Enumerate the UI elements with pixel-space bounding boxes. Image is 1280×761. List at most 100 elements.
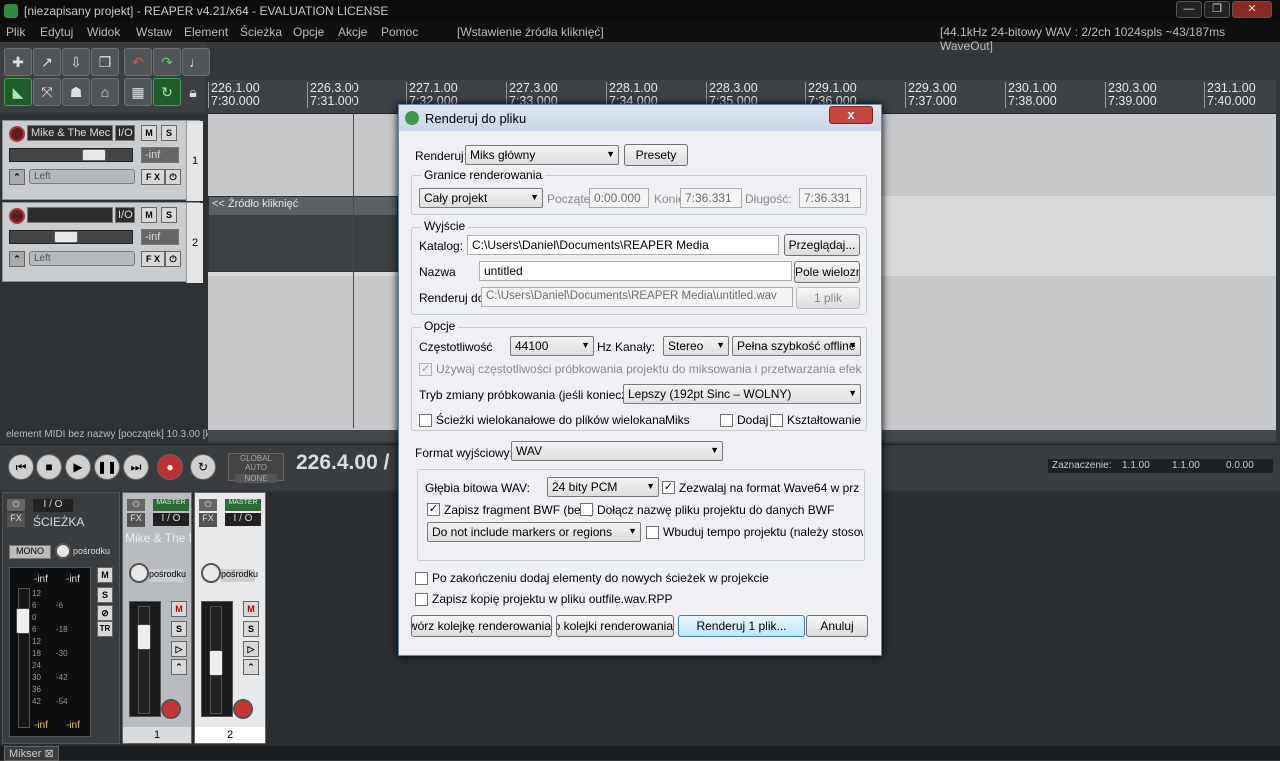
menu-sciezka[interactable]: Ścieżka	[240, 25, 282, 39]
mute-button[interactable]: M	[141, 207, 157, 223]
bit-depth-select[interactable]: 24 bity PCM	[547, 477, 659, 497]
power-icon[interactable]: ⏻	[199, 499, 217, 511]
add-items-checkbox[interactable]	[415, 572, 428, 585]
mute-button[interactable]: M	[97, 567, 113, 583]
channel-fader[interactable]	[209, 650, 223, 676]
solo-button[interactable]: S	[161, 125, 177, 141]
io-button[interactable]: I/O	[115, 125, 135, 141]
format-select[interactable]: WAV	[511, 441, 723, 461]
pan-knob[interactable]	[129, 563, 149, 583]
menu-element[interactable]: Element	[184, 25, 228, 39]
stop-icon[interactable]: ■	[36, 454, 62, 480]
solo-button[interactable]: S	[161, 207, 177, 223]
fx-bypass-icon[interactable]: ⏻	[165, 169, 181, 185]
menu-plik[interactable]: Plik	[6, 25, 25, 39]
grid-icon[interactable]: ▦	[124, 78, 152, 106]
automation-icon[interactable]: ⌃	[243, 659, 259, 675]
mute-button[interactable]: M	[171, 601, 187, 617]
global-auto-button[interactable]: GLOBAL AUTO NONE	[228, 453, 284, 483]
record-arm-button[interactable]	[9, 208, 25, 224]
dialog-close-button[interactable]: x	[829, 106, 873, 124]
sample-rate-select[interactable]: 44100	[510, 336, 594, 356]
embed-tempo-checkbox[interactable]	[646, 526, 659, 539]
automation-icon[interactable]: ⌃	[171, 659, 187, 675]
maximize-button[interactable]: ❐	[1204, 1, 1230, 18]
resample-select[interactable]: Lepszy (192pt Sinc – WOLNY)	[623, 384, 861, 404]
browse-button[interactable]: Przeglądaj...	[784, 234, 860, 256]
wildcards-button[interactable]: Pole wieloznac	[794, 261, 860, 283]
volume-slider[interactable]	[9, 148, 133, 162]
record-arm-button[interactable]	[9, 126, 25, 142]
bounds-select[interactable]: Cały projekt	[419, 188, 543, 208]
new-project-icon[interactable]: ✚	[4, 48, 32, 76]
tab-mixer[interactable]: Mikser ⊠	[4, 746, 59, 761]
master-send-button[interactable]: MASTER	[225, 499, 261, 511]
envelope-icon[interactable]: ⌃	[9, 169, 25, 185]
track-2-header[interactable]: I/O M S -inf ⌃ Left F X ⏻ 2	[2, 202, 203, 283]
io-button[interactable]: I/O	[115, 207, 135, 223]
go-to-end-icon[interactable]: ⏭	[123, 454, 149, 480]
phase-icon[interactable]: ▷	[243, 641, 259, 657]
file-count-button[interactable]: 1 plik	[796, 287, 860, 309]
length-field[interactable]: 7:36.331	[799, 188, 861, 208]
mute-button[interactable]: M	[141, 125, 157, 141]
fx-button[interactable]: FX	[127, 513, 145, 527]
master-fader[interactable]	[16, 608, 30, 634]
solo-button[interactable]: S	[243, 621, 259, 637]
directory-field[interactable]: C:\Users\Daniel\Documents\REAPER Media	[467, 235, 779, 255]
render-speed-select[interactable]: Pełna szybkość offline	[732, 336, 861, 356]
io-button[interactable]: I / O	[225, 513, 261, 526]
save-project-icon[interactable]: ⇩	[62, 48, 90, 76]
open-project-icon[interactable]: ↗	[33, 48, 61, 76]
tr-button[interactable]: TR	[97, 621, 113, 637]
lock-icon[interactable]: 🔒︎	[182, 78, 204, 106]
go-to-start-icon[interactable]: ⏮	[8, 454, 34, 480]
menu-edytuj[interactable]: Edytuj	[40, 25, 73, 39]
volume-slider[interactable]	[9, 230, 133, 244]
loop-icon[interactable]: ↻	[153, 78, 181, 106]
auto-crossfade-icon[interactable]: ◣	[4, 78, 32, 106]
solo-button[interactable]: S	[97, 587, 113, 603]
media-item[interactable]: << Źródło kliknięć	[208, 196, 398, 272]
phase-icon[interactable]: ⊘	[97, 605, 113, 621]
start-field[interactable]: 0:00.000	[589, 188, 649, 208]
render-source-select[interactable]: Miks główny	[465, 145, 619, 165]
phase-icon[interactable]: ▷	[171, 641, 187, 657]
grouping-icon[interactable]: ☗	[62, 78, 90, 106]
mono-button[interactable]: MONO	[9, 545, 51, 559]
wave64-checkbox[interactable]: ✓	[662, 481, 675, 494]
fx-button[interactable]: FX	[199, 513, 217, 527]
use-project-rate-checkbox[interactable]: ✓	[419, 363, 432, 376]
save-copy-checkbox[interactable]	[415, 593, 428, 606]
cancel-button[interactable]: Anuluj	[806, 615, 868, 637]
project-settings-icon[interactable]: ❒	[91, 48, 119, 76]
envelope-lock-icon[interactable]: ⌂	[91, 78, 119, 106]
menu-widok[interactable]: Widok	[87, 25, 120, 39]
envelope-icon[interactable]: ⌃	[9, 251, 25, 267]
pan-knob[interactable]	[55, 543, 71, 559]
menu-akcje[interactable]: Akcje	[338, 25, 367, 39]
dither-checkbox[interactable]	[720, 414, 733, 427]
pause-icon[interactable]: ❚❚	[94, 454, 120, 480]
minimize-button[interactable]: —	[1176, 1, 1202, 18]
bwf-checkbox[interactable]: ✓	[427, 503, 440, 516]
pan-dropdown[interactable]: Left	[29, 251, 135, 266]
noise-shaping-checkbox[interactable]	[770, 414, 783, 427]
add-to-queue-button[interactable]: Dodaj do kolejki renderowania	[556, 615, 674, 637]
record-icon[interactable]: ●	[157, 454, 183, 480]
redo-icon[interactable]: ↷	[153, 48, 181, 76]
render-button[interactable]: Renderuj 1 plik...	[678, 615, 805, 637]
record-arm-button[interactable]	[161, 699, 181, 719]
power-icon[interactable]: ⏻	[7, 499, 25, 511]
mute-button[interactable]: M	[243, 601, 259, 617]
filename-field[interactable]: untitled	[479, 261, 792, 281]
metronome-icon[interactable]: ♩	[182, 48, 210, 76]
multichannel-checkbox[interactable]	[419, 414, 432, 427]
io-button[interactable]: I / O	[153, 513, 189, 526]
end-field[interactable]: 7:36.331	[680, 188, 742, 208]
channel-fader[interactable]	[137, 624, 151, 650]
menu-wstaw[interactable]: Wstaw	[136, 25, 172, 39]
repeat-icon[interactable]: ↻	[190, 454, 216, 480]
master-send-button[interactable]: MASTER	[153, 499, 189, 511]
menu-pomoc[interactable]: Pomoc	[381, 25, 418, 39]
